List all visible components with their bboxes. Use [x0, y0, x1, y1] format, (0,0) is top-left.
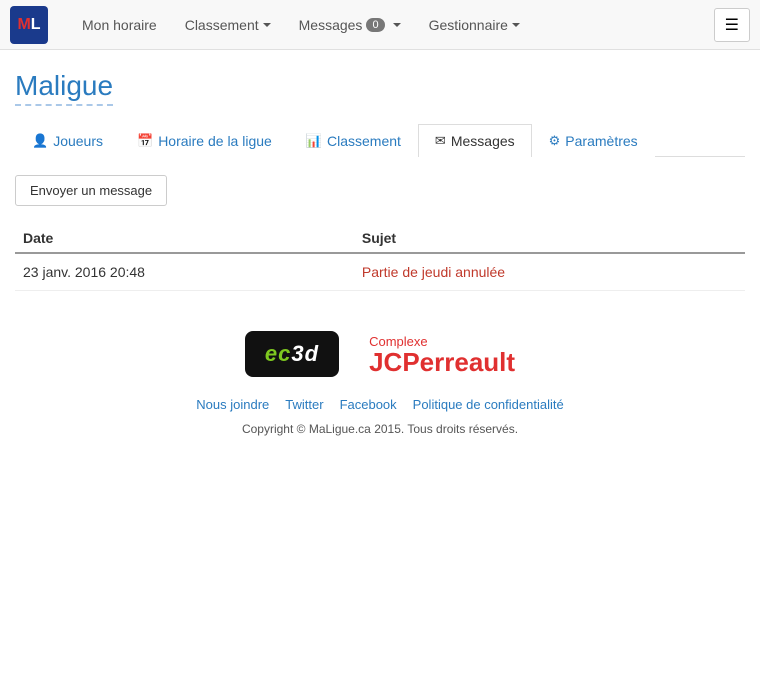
col-date-header: Date: [15, 224, 354, 253]
nav-classement[interactable]: Classement: [171, 0, 285, 50]
nav-messages-label: Messages: [299, 17, 363, 33]
horaire-tab-icon: 📅: [137, 133, 153, 149]
tab-horaire-label: Horaire de la ligue: [158, 133, 272, 149]
nav-mon-horaire-label: Mon horaire: [82, 17, 157, 33]
nav-mon-horaire[interactable]: Mon horaire: [68, 0, 171, 50]
politique-link[interactable]: Politique de confidentialité: [413, 397, 564, 412]
tab-joueurs-label: Joueurs: [53, 133, 103, 149]
parametres-tab-icon: ⚙: [549, 133, 561, 149]
message-subject[interactable]: Partie de jeudi annulée: [354, 253, 745, 291]
tab-parametres-label: Paramètres: [565, 133, 637, 149]
ec3d-label: ec3d: [265, 341, 319, 367]
navbar-toggle-button[interactable]: ☰: [714, 8, 750, 42]
tab-horaire[interactable]: 📅 Horaire de la ligue: [120, 124, 289, 157]
facebook-link[interactable]: Facebook: [340, 397, 397, 412]
nav-gestionnaire[interactable]: Gestionnaire: [415, 0, 534, 50]
brand-logo[interactable]: ML: [10, 6, 48, 44]
tab-classement[interactable]: 📊 Classement: [289, 124, 418, 157]
page-title: Maligue: [15, 70, 113, 106]
table-row: 23 janv. 2016 20:48 Partie de jeudi annu…: [15, 253, 745, 291]
message-date: 23 janv. 2016 20:48: [15, 253, 354, 291]
messages-badge: 0: [366, 18, 384, 32]
messages-tab-icon: ✉: [435, 133, 446, 149]
tab-classement-label: Classement: [327, 133, 401, 149]
logo-icon: ML: [10, 6, 48, 44]
nav-gestionnaire-label: Gestionnaire: [429, 17, 508, 33]
col-subject-header: Sujet: [354, 224, 745, 253]
sponsors-section: ec3d Complexe JCPerreault: [15, 331, 745, 377]
tab-joueurs[interactable]: 👤 Joueurs: [15, 124, 120, 157]
page-container: Maligue 👤 Joueurs 📅 Horaire de la ligue …: [0, 50, 760, 456]
copyright-text: Copyright © MaLigue.ca 2015. Tous droits…: [15, 422, 745, 436]
jcp-sponsor: Complexe JCPerreault: [369, 334, 515, 375]
classement-tab-icon: 📊: [306, 133, 322, 149]
ec3d-sponsor: ec3d: [245, 331, 339, 377]
messages-table: Date Sujet 23 janv. 2016 20:48 Partie de…: [15, 224, 745, 291]
footer-links: Nous joindre Twitter Facebook Politique …: [15, 397, 745, 412]
classement-caret-icon: [263, 23, 271, 27]
jcp-bottom-label: JCPerreault: [369, 349, 515, 375]
tab-parametres[interactable]: ⚙ Paramètres: [532, 124, 655, 157]
nous-joindre-link[interactable]: Nous joindre: [196, 397, 269, 412]
nav-messages[interactable]: Messages 0: [285, 0, 415, 50]
messages-caret-icon: [393, 23, 401, 27]
send-message-button[interactable]: Envoyer un message: [15, 175, 167, 206]
gestionnaire-caret-icon: [512, 23, 520, 27]
tab-messages-label: Messages: [451, 133, 515, 149]
navbar: ML Mon horaire Classement Messages 0 Ges…: [0, 0, 760, 50]
tab-messages[interactable]: ✉ Messages: [418, 124, 532, 157]
tabs-bar: 👤 Joueurs 📅 Horaire de la ligue 📊 Classe…: [15, 124, 745, 157]
twitter-link[interactable]: Twitter: [285, 397, 323, 412]
joueurs-tab-icon: 👤: [32, 133, 48, 149]
nav-menu: Mon horaire Classement Messages 0 Gestio…: [68, 0, 714, 50]
nav-classement-label: Classement: [185, 17, 259, 33]
